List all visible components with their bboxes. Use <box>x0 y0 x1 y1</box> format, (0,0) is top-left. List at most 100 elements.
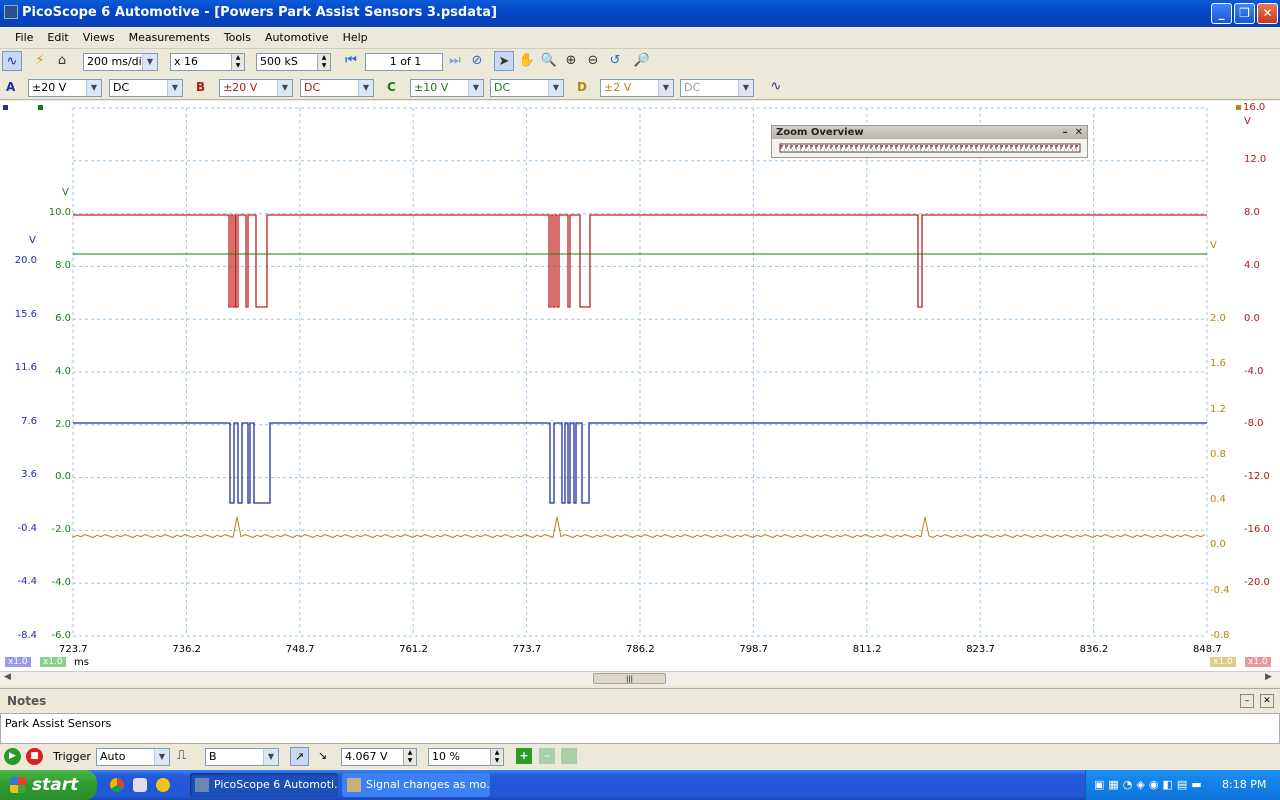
axis-a-tick-label: 15.6 <box>14 308 37 320</box>
channel-c-range-select[interactable]: ±10 V ▼ <box>410 79 484 97</box>
axis-a-tick-label: -4.4 <box>17 576 37 588</box>
channel-c-scale-badge[interactable]: x1.0 <box>40 657 66 667</box>
browser-task-icon <box>347 778 361 792</box>
menu-tools[interactable]: Tools <box>217 27 258 44</box>
zoom-overview-preview[interactable] <box>772 139 1087 157</box>
trigger-level-stepper[interactable]: 4.067 V ▲ ▼ <box>341 748 417 766</box>
taskbar-item-browser[interactable]: Signal changes as mo... <box>342 773 490 797</box>
buffer-navigator-icon[interactable]: ⊘ <box>467 51 487 71</box>
time-tick-label: 836.2 <box>1079 644 1109 655</box>
zoom-overview-close-icon[interactable]: – ✕ <box>1063 126 1083 139</box>
ruler-remove-icon[interactable]: – <box>539 748 555 764</box>
scroll-right-icon[interactable]: ▶ <box>1265 672 1272 682</box>
channel-a-coupling-select[interactable]: DC ▼ <box>109 79 183 97</box>
axis-b-tick-label: 12.0 <box>1244 154 1267 165</box>
time-tick-label: 736.2 <box>172 644 202 655</box>
chrome-icon[interactable] <box>110 778 124 792</box>
quicklaunch-icon[interactable] <box>133 778 147 792</box>
taskbar: start PicoScope 6 Automoti... Signal cha… <box>0 770 1280 800</box>
trigger-toolbar: ▶ ■ Trigger Auto ▼ ⎍ B ▼ ↗ ↘ 4.067 V ▲ ▼ 10 … <box>0 745 1280 769</box>
scroll-thumb[interactable]: ||| <box>593 673 666 684</box>
menu-measurements[interactable]: Measurements <box>122 27 217 44</box>
zoom-full-icon[interactable]: 🔎 <box>632 51 652 71</box>
add-ruler-icon[interactable]: + <box>516 748 532 764</box>
channel-b-label[interactable]: B <box>196 80 205 94</box>
menu-bar: File Edit Views Measurements Tools Automotive… <box>0 27 1280 49</box>
samples-stepper[interactable]: 500 kS ▲ ▼ <box>256 53 331 71</box>
axis-d-tick-label: 1.2 <box>1210 403 1226 415</box>
trigger-label: Trigger <box>53 750 91 763</box>
axis-a-tick-label: 3.6 <box>21 469 37 481</box>
tray-icons[interactable]: ▣▦◔◈◉◧▤▬ <box>1094 778 1206 791</box>
system-tray: ▣▦◔◈◉◧▤▬ 8:18 PM <box>1085 770 1280 800</box>
channel-a-scale-badge[interactable]: x1.0 <box>5 657 31 667</box>
channel-c-coupling-select[interactable]: DC ▼ <box>490 79 564 97</box>
restore-button[interactable]: ❐ <box>1234 3 1255 24</box>
menu-help[interactable]: Help <box>336 27 375 44</box>
axis-b-tick-label: -4.0 <box>1244 365 1264 377</box>
menu-file[interactable]: File <box>8 27 40 44</box>
axis-b-top-label: 16.0 <box>1243 102 1266 113</box>
scroll-left-icon[interactable]: ◀ <box>4 672 11 682</box>
notes-textarea[interactable]: Park Assist Sensors <box>0 713 1280 744</box>
zoom-tool-icon[interactable]: 🔍 <box>539 51 559 71</box>
trigger-mode-select[interactable]: Auto ▼ <box>96 748 170 766</box>
timebase-select[interactable]: 200 ms/div ▼ <box>83 53 158 71</box>
windows-logo-icon <box>10 777 26 793</box>
channel-b-scale-badge[interactable]: x1.0 <box>1245 657 1271 667</box>
media-player-icon[interactable] <box>156 778 170 792</box>
axis-d-tick-label: 2.0 <box>1210 313 1226 324</box>
stop-capture-icon[interactable]: ■ <box>26 748 43 765</box>
rising-edge-icon[interactable]: ↗ <box>290 747 309 766</box>
hand-tool-icon[interactable]: ✋ <box>517 51 537 71</box>
page-field[interactable]: 1 of 1 <box>365 53 443 71</box>
math-channels-icon[interactable]: ∿ <box>766 77 786 97</box>
channel-d-range-select[interactable]: ±2 V ▼ <box>600 79 674 97</box>
scope-view[interactable]: V V V V 16.0 ms x1.0 x1.0 x1.0 x1.0 Zoom… <box>0 101 1280 671</box>
notes-close-icon[interactable]: ✕ <box>1260 694 1274 708</box>
notes-minimize-icon[interactable]: – <box>1240 694 1254 708</box>
ruler-settings-icon[interactable] <box>561 748 577 764</box>
channel-d-label[interactable]: D <box>577 80 587 94</box>
select-tool-icon[interactable]: ➤ <box>494 51 514 71</box>
axis-d-tick-label: 1.6 <box>1210 358 1226 370</box>
pretrigger-stepper[interactable]: 10 % ▲ ▼ <box>428 748 504 766</box>
axis-d-tick-label: 0.8 <box>1210 448 1226 460</box>
zoom-stepper[interactable]: x 16 ▲ ▼ <box>170 53 245 71</box>
time-unit-label: ms <box>74 657 89 668</box>
zoom-in-icon[interactable]: ⊕ <box>561 51 581 71</box>
falling-edge-icon[interactable]: ↘ <box>313 747 332 766</box>
zoom-out-icon[interactable]: ⊖ <box>583 51 603 71</box>
start-capture-icon[interactable]: ▶ <box>4 748 21 765</box>
channel-d-coupling-select[interactable]: DC ▼ <box>680 79 754 97</box>
taskbar-item-picoscope[interactable]: PicoScope 6 Automoti... <box>190 773 338 797</box>
auto-setup-icon[interactable]: ⚡ <box>30 51 50 71</box>
last-buffer-icon[interactable]: ⏭ <box>445 51 465 71</box>
menu-automotive[interactable]: Automotive <box>258 27 336 44</box>
axis-a-tick-label: 11.6 <box>14 362 37 374</box>
channel-b-coupling-select[interactable]: DC ▼ <box>300 79 374 97</box>
axis-a-unit: V <box>29 235 36 246</box>
time-tick-label: 773.7 <box>512 644 542 655</box>
first-buffer-icon[interactable]: ⏮ <box>341 51 361 71</box>
time-tick-label: 748.7 <box>285 644 315 655</box>
channel-a-label[interactable]: A <box>6 80 15 94</box>
scope-mode-icon[interactable]: ∿ <box>2 51 22 71</box>
menu-views[interactable]: Views <box>76 27 122 44</box>
channel-b-range-select[interactable]: ±20 V ▼ <box>219 79 293 97</box>
channel-toolbar: A ±20 V ▼ DC ▼ B ±20 V ▼ DC ▼ C ±10 V ▼ DC ▼ D… <box>0 76 1280 100</box>
channel-c-label[interactable]: C <box>387 80 396 94</box>
waveform-plot[interactable] <box>0 101 1280 671</box>
channel-a-range-select[interactable]: ±20 V ▼ <box>28 79 102 97</box>
trigger-source-select[interactable]: B ▼ <box>205 748 279 766</box>
zoom-overview-panel[interactable]: Zoom Overview – ✕ <box>771 125 1088 158</box>
trigger-type-icon[interactable]: ⎍ <box>177 748 186 763</box>
channel-d-scale-badge[interactable]: x1.0 <box>1210 657 1236 667</box>
close-button[interactable]: ✕ <box>1257 3 1278 24</box>
home-icon[interactable]: ⌂ <box>52 51 72 71</box>
menu-edit[interactable]: Edit <box>40 27 75 44</box>
undo-zoom-icon[interactable]: ↺ <box>605 51 625 71</box>
minimize-button[interactable]: _ <box>1211 3 1232 24</box>
start-button[interactable]: start <box>0 770 97 800</box>
horizontal-scrollbar[interactable]: ◀ ||| ▶ <box>0 671 1280 685</box>
